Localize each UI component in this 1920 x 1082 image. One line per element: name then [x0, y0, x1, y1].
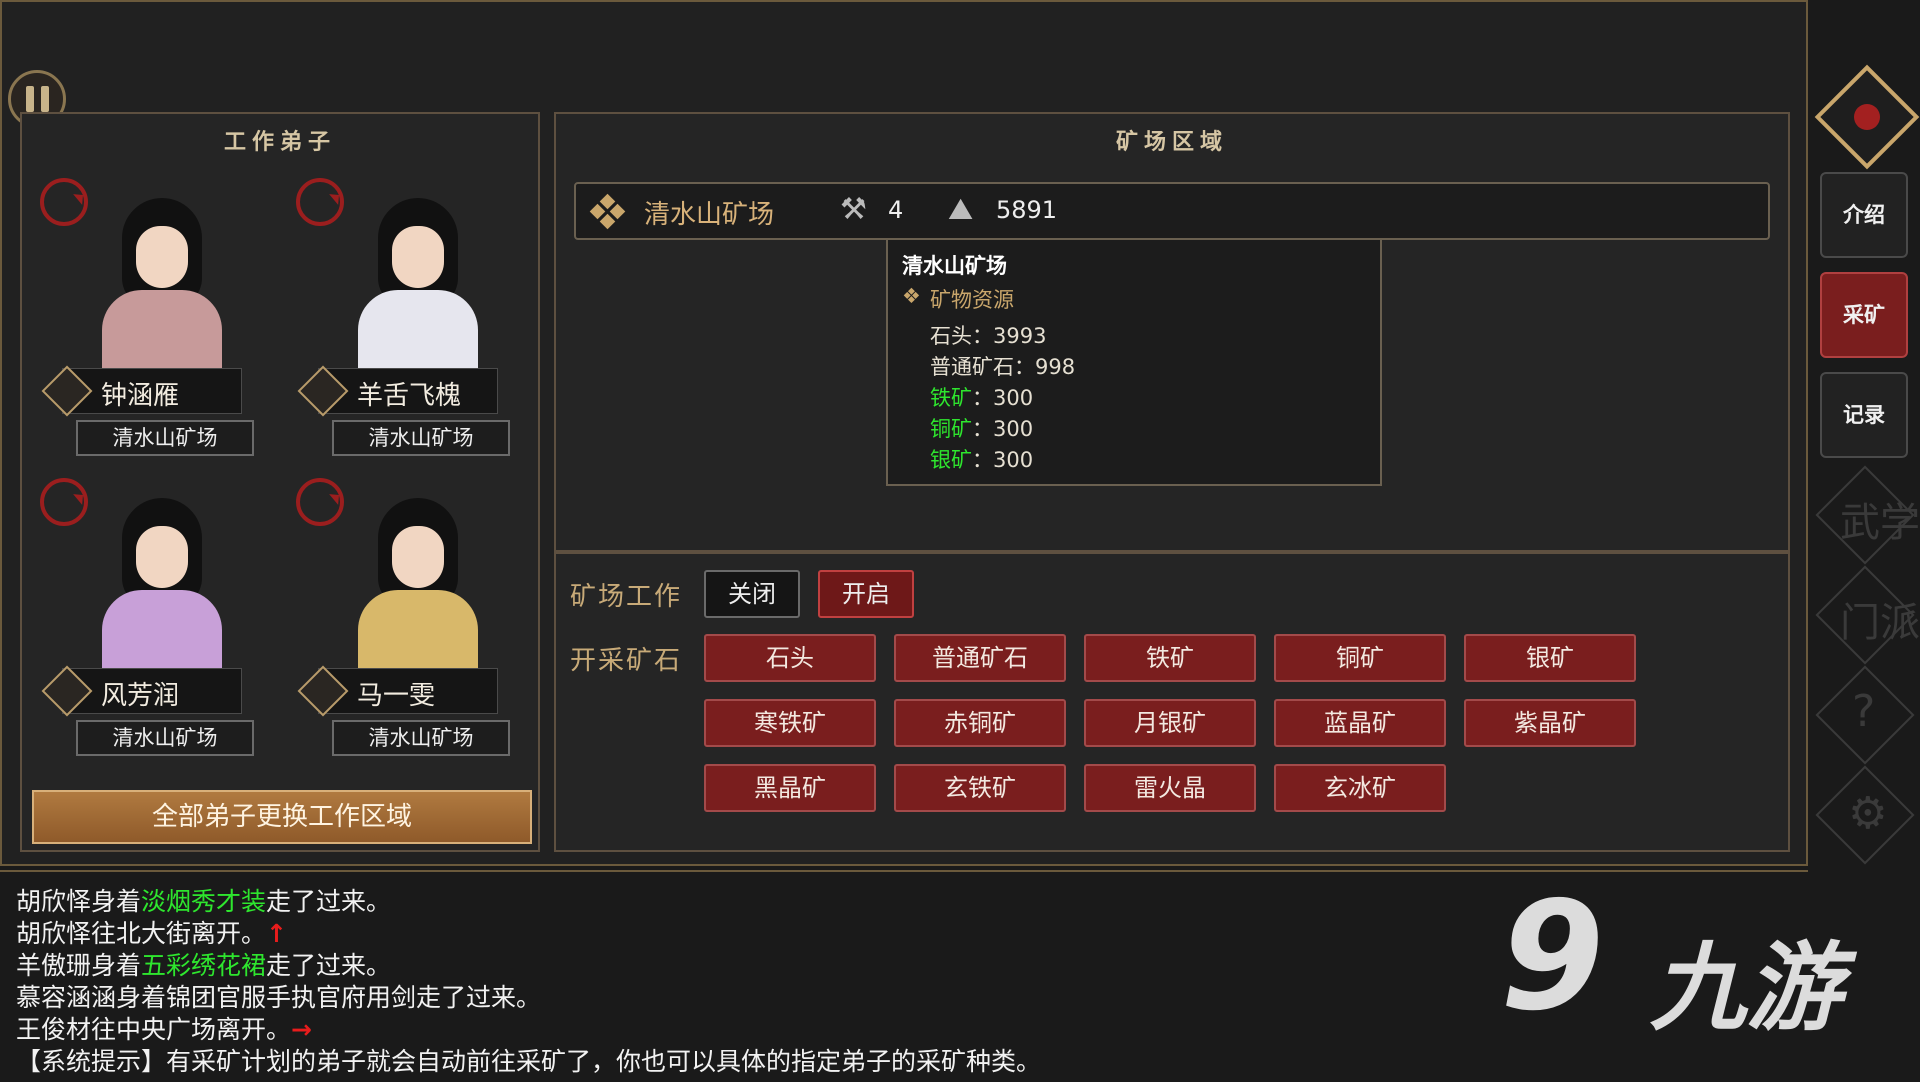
- item-value: 300: [993, 417, 1034, 441]
- ore-button[interactable]: 石头: [704, 634, 876, 682]
- item-label: 石头: [930, 324, 972, 348]
- ore-button[interactable]: 雷火晶: [1084, 764, 1256, 812]
- sect-label: 门派: [1840, 600, 1920, 646]
- scroll-icon: [297, 665, 349, 717]
- ore-button[interactable]: 寒铁矿: [704, 699, 876, 747]
- disciple-name-box: 羊舌飞槐: [297, 365, 498, 417]
- work-off-button[interactable]: 关闭: [704, 570, 800, 618]
- ore-total: 5891: [996, 196, 1058, 224]
- ore-icon: ⛰: [948, 192, 974, 227]
- pickaxe-icon: ⚒: [840, 192, 867, 227]
- item-label: 普通矿石: [930, 355, 1014, 379]
- ore-button[interactable]: 铜矿: [1274, 634, 1446, 682]
- mining-button[interactable]: 采矿: [1820, 272, 1908, 358]
- tooltip-item: 石头：3993: [930, 324, 1047, 348]
- ore-button[interactable]: 玄铁矿: [894, 764, 1066, 812]
- log-line: 羊傲珊身着五彩绣花裙走了过来。: [16, 951, 392, 980]
- mine-tooltip: 清水山矿场 ❖ 矿物资源 石头：3993 普通矿石：998 铁矿：300 铜矿：…: [886, 238, 1382, 486]
- tooltip-item: 铜矿：300: [930, 417, 1034, 441]
- ore-button[interactable]: 银矿: [1464, 634, 1636, 682]
- ore-button[interactable]: 蓝晶矿: [1274, 699, 1446, 747]
- watermark-logo: 9 九游: [1500, 870, 1842, 1044]
- mine-panel-title: 矿场区域: [1115, 130, 1228, 155]
- disciple-location-button[interactable]: 清水山矿场: [332, 720, 510, 756]
- disciple-name: 马一雯: [357, 681, 436, 711]
- ore-button[interactable]: 月银矿: [1084, 699, 1256, 747]
- help-icon: ?: [1852, 686, 1876, 737]
- refresh-icon[interactable]: [40, 478, 88, 526]
- tooltip-title: 清水山矿场: [902, 254, 1007, 278]
- item-value: 3993: [993, 324, 1047, 348]
- disciple-portrait: [348, 498, 488, 670]
- work-on-button[interactable]: 开启: [818, 570, 914, 618]
- mine-name: 清水山矿场: [644, 200, 775, 230]
- disciple-location-button[interactable]: 清水山矿场: [76, 720, 254, 756]
- mine-work-panel: 矿场工作 关闭 开启 开采矿石 石头 普通矿石 铁矿 铜矿 银矿 寒铁矿 赤铜矿…: [554, 552, 1790, 852]
- item-label: 铜矿: [930, 417, 972, 441]
- diamond-icon: [589, 193, 626, 230]
- up-arrow-icon: ↑: [266, 919, 287, 948]
- records-button[interactable]: 记录: [1820, 372, 1908, 458]
- disciple-panel-title: 工作弟子: [223, 130, 336, 155]
- disciple-name: 风芳润: [101, 681, 180, 711]
- change-all-area-button[interactable]: 全部弟子更换工作区域: [32, 790, 532, 844]
- item-value: 998: [1035, 355, 1076, 379]
- ore-button[interactable]: 铁矿: [1084, 634, 1256, 682]
- disciple-name-box: 风芳润: [41, 665, 242, 717]
- disciple-portrait: [92, 498, 232, 670]
- mine-area-panel: 矿场区域 清水山矿场 ⚒ 4 ⛰ 5891 清水山矿场 ❖ 矿物资源 石头：39…: [554, 112, 1790, 552]
- diamond-icon: ❖: [902, 284, 921, 308]
- disciple-card[interactable]: 风芳润 清水山矿场: [32, 478, 292, 778]
- ore-label: 开采矿石: [570, 646, 683, 676]
- scroll-icon: [41, 665, 93, 717]
- disciple-panel: 工作弟子 钟涵雁 清水山矿场 羊舌飞槐 清水山矿场 风芳润 清水山矿场 马一雯 …: [20, 112, 540, 852]
- ore-button[interactable]: 紫晶矿: [1464, 699, 1636, 747]
- refresh-icon[interactable]: [296, 478, 344, 526]
- item-value: 300: [993, 448, 1034, 472]
- ore-button[interactable]: 赤铜矿: [894, 699, 1066, 747]
- log-line: 王俊材往中央广场离开。→: [16, 1015, 312, 1044]
- ore-button[interactable]: 玄冰矿: [1274, 764, 1446, 812]
- gear-icon: ⚙: [1848, 788, 1888, 839]
- mine-row[interactable]: 清水山矿场 ⚒ 4 ⛰ 5891: [574, 182, 1770, 240]
- scroll-icon: [297, 365, 349, 417]
- disciple-location-button[interactable]: 清水山矿场: [332, 420, 510, 456]
- disciple-card[interactable]: 羊舌飞槐 清水山矿场: [288, 178, 548, 478]
- tooltip-section: 矿物资源: [930, 288, 1014, 312]
- scroll-icon: [41, 365, 93, 417]
- log-line: 【系统提示】有采矿计划的弟子就会自动前往采矿了，你也可以具体的指定弟子的采矿种类…: [16, 1047, 1042, 1076]
- disciple-name-box: 钟涵雁: [41, 365, 242, 417]
- refresh-icon[interactable]: [40, 178, 88, 226]
- tooltip-item: 普通矿石：998: [930, 355, 1076, 379]
- disciple-name: 钟涵雁: [101, 381, 180, 411]
- log-line: 胡欣怿往北大街离开。↑: [16, 919, 287, 948]
- worker-count: 4: [888, 196, 904, 224]
- martial-arts-label: 武学: [1840, 500, 1920, 546]
- disciple-portrait: [92, 198, 232, 370]
- disciple-portrait: [348, 198, 488, 370]
- item-label: 银矿: [930, 448, 972, 472]
- refresh-icon[interactable]: [296, 178, 344, 226]
- back-button[interactable]: [1814, 64, 1920, 170]
- work-label: 矿场工作: [570, 582, 683, 612]
- tooltip-item: 铁矿：300: [930, 386, 1034, 410]
- disciple-location-button[interactable]: 清水山矿场: [76, 420, 254, 456]
- log-line: 胡欣怿身着淡烟秀才装走了过来。: [16, 887, 392, 916]
- item-value: 300: [993, 386, 1034, 410]
- disciple-card[interactable]: 钟涵雁 清水山矿场: [32, 178, 292, 478]
- ore-button[interactable]: 普通矿石: [894, 634, 1066, 682]
- intro-button[interactable]: 介绍: [1820, 172, 1908, 258]
- disciple-name-box: 马一雯: [297, 665, 498, 717]
- right-arrow-icon: →: [291, 1015, 312, 1044]
- disciple-name: 羊舌飞槐: [357, 381, 462, 411]
- item-label: 铁矿: [930, 386, 972, 410]
- disciple-card[interactable]: 马一雯 清水山矿场: [288, 478, 548, 778]
- log-line: 慕容涵涵身着锦团官服手执官府用剑走了过来。: [16, 983, 542, 1012]
- ore-button[interactable]: 黑晶矿: [704, 764, 876, 812]
- tooltip-item: 银矿：300: [930, 448, 1034, 472]
